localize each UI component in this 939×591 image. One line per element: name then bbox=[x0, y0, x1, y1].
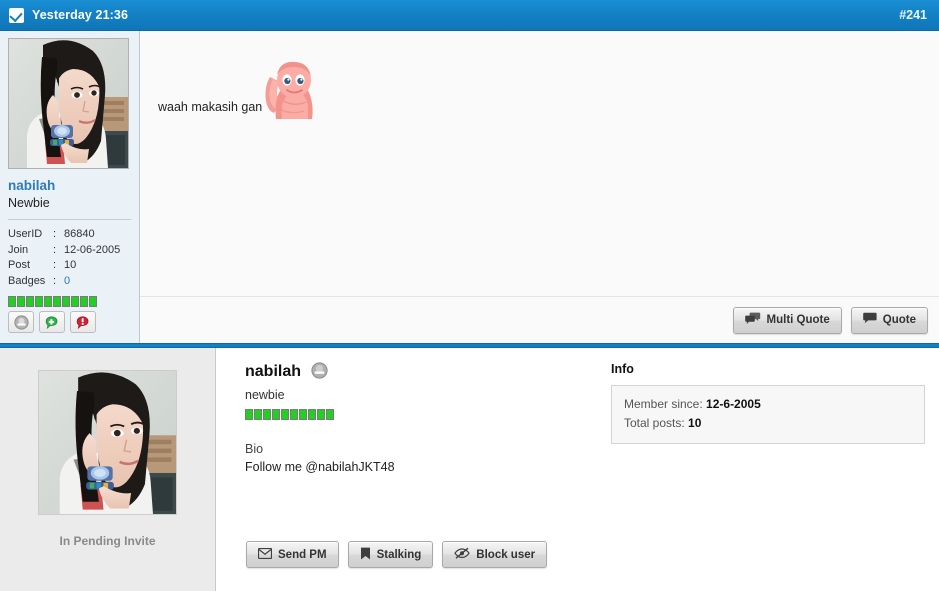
bookmark-icon bbox=[360, 547, 371, 563]
quote-label: Quote bbox=[882, 314, 916, 326]
stat-label: UserID bbox=[8, 228, 43, 240]
multi-quote-label: Multi Quote bbox=[766, 314, 830, 326]
reputation-block bbox=[272, 409, 280, 420]
reputation-block bbox=[8, 296, 16, 307]
profile-info-box-column: Info Member since: 12-6-2005 Total posts… bbox=[611, 362, 939, 591]
info-heading: Info bbox=[611, 362, 634, 376]
post-message-column: waah makasih gan Multi Quote Quote bbox=[140, 31, 939, 343]
reputation-block bbox=[62, 296, 70, 307]
stat-row-join: Join : 12-06-2005 bbox=[8, 243, 120, 259]
profile-action-buttons: Send PM Stalking Block user bbox=[246, 541, 548, 568]
post-user-stats: UserID : 86840 Join : 12-06-2005 Post : … bbox=[8, 227, 120, 289]
reputation-block bbox=[254, 409, 262, 420]
profile-avatar-column: In Pending Invite bbox=[0, 348, 216, 591]
stat-label: Join bbox=[8, 243, 29, 256]
stat-value: 86840 bbox=[64, 228, 95, 240]
stalking-label: Stalking bbox=[376, 548, 422, 561]
offline-status-icon bbox=[311, 362, 328, 382]
speech-bubble-icon bbox=[862, 312, 877, 328]
reputation-block bbox=[290, 409, 298, 420]
stat-value: 10 bbox=[64, 259, 77, 271]
reputation-block bbox=[281, 409, 289, 420]
stat-label: Post bbox=[8, 259, 31, 271]
reputation-block bbox=[263, 409, 271, 420]
post-number[interactable]: #241 bbox=[899, 8, 927, 22]
reputation-block bbox=[326, 409, 334, 420]
badges-value-link[interactable]: 0 bbox=[64, 275, 70, 287]
send-pm-label: Send PM bbox=[278, 548, 327, 561]
post-usertitle: Newbie bbox=[8, 196, 131, 220]
stat-sep: : bbox=[53, 243, 57, 256]
profile-reputation-bar bbox=[245, 409, 611, 420]
stat-row-badges: Badges : 0 bbox=[8, 274, 120, 290]
profile-name[interactable]: nabilah bbox=[245, 362, 301, 382]
stat-label: Badges bbox=[8, 274, 46, 287]
info-value: 10 bbox=[688, 416, 702, 430]
reputation-bar bbox=[8, 296, 131, 307]
avatar[interactable] bbox=[8, 38, 129, 169]
block-user-button[interactable]: Block user bbox=[442, 541, 548, 568]
reputation-block bbox=[53, 296, 61, 307]
report-post-icon[interactable] bbox=[70, 311, 96, 333]
reputation-block bbox=[44, 296, 52, 307]
post-message-content: waah makasih gan bbox=[140, 31, 939, 297]
user-offline-icon[interactable] bbox=[8, 311, 34, 333]
stat-sep: : bbox=[53, 228, 57, 240]
reputation-block bbox=[17, 296, 25, 307]
info-row-member-since: Member since: 12-6-2005 bbox=[624, 395, 912, 414]
post-header-bar: Yesterday 21:36 #241 bbox=[0, 0, 939, 31]
checkbox-checked-icon[interactable] bbox=[9, 7, 24, 23]
stalking-button[interactable]: Stalking bbox=[347, 541, 434, 568]
eye-slash-icon bbox=[454, 547, 471, 562]
reputation-block bbox=[71, 296, 79, 307]
reputation-block bbox=[245, 409, 253, 420]
send-pm-button[interactable]: Send PM bbox=[246, 541, 339, 568]
post-body: nabilah Newbie UserID : 86840 Join : 12-… bbox=[0, 31, 939, 343]
profile-avatar[interactable] bbox=[38, 370, 177, 515]
profile-card-wrapper: In Pending Invite nabilah newbie Bio Fol… bbox=[0, 348, 939, 591]
quote-button[interactable]: Quote bbox=[850, 306, 928, 334]
post-button-row: Multi Quote Quote bbox=[140, 297, 939, 343]
reputation-block bbox=[26, 296, 34, 307]
profile-name-row: nabilah bbox=[245, 362, 611, 382]
stat-row-userid: UserID : 86840 bbox=[8, 227, 120, 243]
post-user-column: nabilah Newbie UserID : 86840 Join : 12-… bbox=[0, 31, 140, 343]
stat-sep: : bbox=[53, 274, 57, 287]
message-line: waah makasih gan bbox=[158, 57, 939, 119]
message-text: waah makasih gan bbox=[158, 100, 263, 114]
reputation-block bbox=[317, 409, 325, 420]
info-label: Member since: bbox=[624, 397, 703, 411]
reputation-block bbox=[89, 296, 97, 307]
post-header-left: Yesterday 21:36 bbox=[9, 7, 129, 23]
pending-invite-status: In Pending Invite bbox=[59, 534, 156, 548]
multi-speech-bubble-icon bbox=[744, 312, 761, 328]
info-box: Member since: 12-6-2005 Total posts: 10 bbox=[611, 385, 925, 444]
reputation-block bbox=[80, 296, 88, 307]
stat-value: 12-06-2005 bbox=[64, 243, 121, 256]
reputation-block bbox=[35, 296, 43, 307]
post-username-link[interactable]: nabilah bbox=[8, 178, 131, 194]
envelope-icon bbox=[257, 547, 273, 562]
multi-quote-button[interactable]: Multi Quote bbox=[732, 306, 842, 334]
post-user-action-icons bbox=[8, 311, 96, 333]
stat-sep: : bbox=[53, 259, 57, 271]
reputation-block bbox=[308, 409, 316, 420]
info-label: Total posts: bbox=[624, 416, 685, 430]
reputation-block bbox=[299, 409, 307, 420]
block-user-label: Block user bbox=[476, 548, 536, 561]
stat-row-post: Post : 10 bbox=[8, 258, 120, 274]
profile-usertitle: newbie bbox=[245, 388, 285, 402]
add-comment-icon[interactable] bbox=[39, 311, 65, 333]
post-timestamp: Yesterday 21:36 bbox=[32, 8, 129, 22]
info-value: 12-6-2005 bbox=[706, 397, 761, 411]
pink-character-emoticon bbox=[260, 57, 316, 122]
bio-text: Follow me @nabilahJKT48 bbox=[245, 460, 395, 474]
info-row-total-posts: Total posts: 10 bbox=[624, 414, 912, 433]
bio-label: Bio bbox=[245, 442, 264, 456]
